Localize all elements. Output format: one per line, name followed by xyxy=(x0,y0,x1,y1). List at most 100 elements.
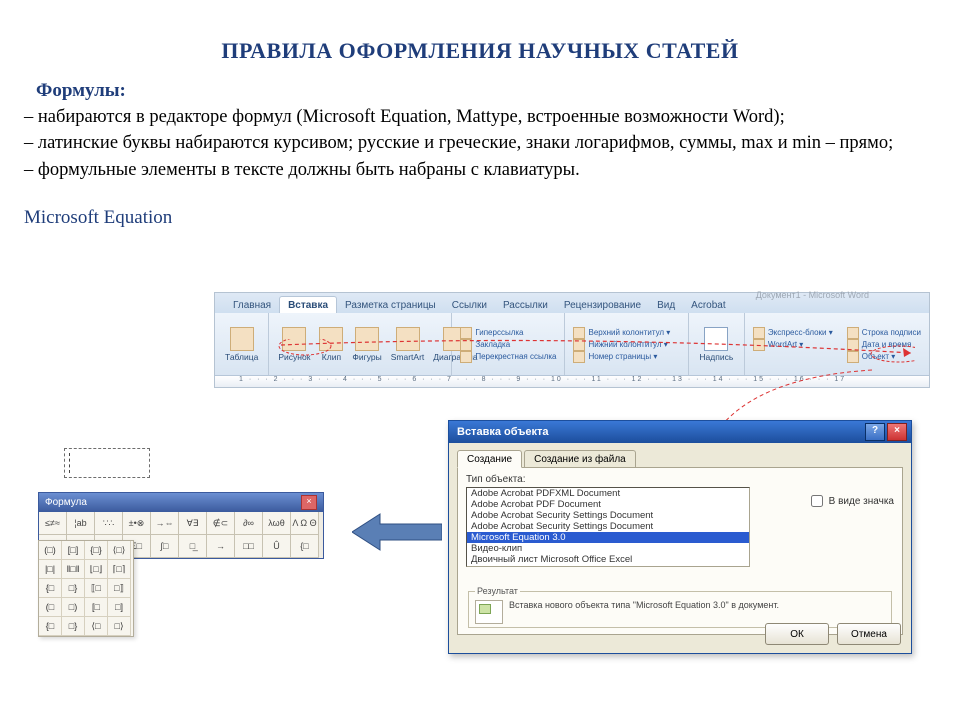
close-button[interactable]: × xyxy=(301,495,317,510)
equation-placeholder xyxy=(64,448,150,478)
object-list-item[interactable]: Диаграмма Microsoft Graph xyxy=(467,565,749,567)
dialog-tab-create[interactable]: Создание xyxy=(457,450,522,468)
result-text: Вставка нового объекта типа "Microsoft E… xyxy=(509,600,779,610)
datetime-button[interactable]: Дата и время xyxy=(845,339,923,351)
picture-icon xyxy=(282,327,306,351)
formula-cell[interactable]: □□ xyxy=(235,535,263,558)
palette-cell[interactable]: ⟨□⟩ xyxy=(108,541,131,560)
object-list-item[interactable]: Двоичный лист Microsoft Office Excel xyxy=(467,554,749,565)
object-list-item[interactable]: Adobe Acrobat Security Settings Document xyxy=(467,510,749,521)
tab-view[interactable]: Вид xyxy=(649,297,683,313)
insert-object-dialog: Вставка объекта ? × Создание Создание из… xyxy=(448,420,912,654)
table-button[interactable]: Таблица xyxy=(221,327,262,362)
object-type-list[interactable]: Adobe Acrobat PDFXML DocumentAdobe Acrob… xyxy=(466,487,750,567)
tab-mailings[interactable]: Рассылки xyxy=(495,297,556,313)
formula-cell[interactable]: Û xyxy=(263,535,291,558)
object-list-item[interactable]: Adobe Acrobat PDF Document xyxy=(467,499,749,510)
footer-button[interactable]: Нижний колонтитул ▾ xyxy=(571,339,681,351)
ruler xyxy=(215,375,929,387)
formula-cell[interactable]: {□ xyxy=(291,535,319,558)
clip-button[interactable]: Клип xyxy=(316,327,346,362)
formula-cell[interactable]: ≤≠≈ xyxy=(39,512,67,535)
palette-cell[interactable]: [□] xyxy=(62,541,85,560)
crossref-button[interactable]: Перекрестная ссылка xyxy=(458,351,558,363)
dialog-tab-fromfile[interactable]: Создание из файла xyxy=(524,450,636,468)
formula-cell[interactable]: ±•⊗ xyxy=(123,512,151,535)
bookmark-button[interactable]: Закладка xyxy=(458,339,558,351)
tab-review[interactable]: Рецензирование xyxy=(556,297,649,313)
tab-home[interactable]: Главная xyxy=(225,297,279,313)
crossref-icon xyxy=(460,351,472,363)
signature-button[interactable]: Строка подписи xyxy=(845,327,923,339)
shapes-button[interactable]: Фигуры xyxy=(349,327,384,362)
direction-arrow-icon xyxy=(352,510,442,554)
palette-cell[interactable]: (□) xyxy=(39,541,62,560)
document-title: Документ1 - Microsoft Word xyxy=(756,290,869,300)
palette-cell[interactable]: {□ xyxy=(39,579,62,598)
object-list-item[interactable]: Adobe Acrobat PDFXML Document xyxy=(467,488,749,499)
formula-toolbar-title: Формула xyxy=(45,497,87,508)
rule-1: – набираются в редакторе формул (Microso… xyxy=(0,104,960,130)
palette-cell[interactable]: [□ xyxy=(85,598,108,617)
object-icon xyxy=(847,351,859,363)
tab-references[interactable]: Ссылки xyxy=(444,297,495,313)
tab-layout[interactable]: Разметка страницы xyxy=(337,297,444,313)
palette-cell[interactable]: □⟧ xyxy=(108,579,131,598)
palette-cell[interactable]: ⟦□ xyxy=(85,579,108,598)
palette-cell[interactable]: (□ xyxy=(39,598,62,617)
formula-cell[interactable]: ∫□ xyxy=(151,535,179,558)
object-list-item[interactable]: Adobe Acrobat Security Settings Document xyxy=(467,521,749,532)
textbox-icon xyxy=(704,327,728,351)
quickparts-button[interactable]: Экспресс-блоки ▾ xyxy=(751,327,835,339)
palette-cell[interactable]: □} xyxy=(62,617,85,636)
palette-cell[interactable]: ⌈□⌉ xyxy=(108,560,131,579)
dialog-close-button[interactable]: × xyxy=(887,423,907,441)
object-list-item[interactable]: Microsoft Equation 3.0 xyxy=(467,532,749,543)
formula-cell[interactable]: λωθ xyxy=(263,512,291,535)
formula-cell[interactable]: ¦ab xyxy=(67,512,95,535)
header-button[interactable]: Верхний колонтитул ▾ xyxy=(571,327,681,339)
signature-icon xyxy=(847,327,859,339)
ok-button[interactable]: ОК xyxy=(765,623,829,645)
textbox-button[interactable]: Надпись xyxy=(695,327,738,362)
object-button[interactable]: Объект ▾ xyxy=(845,351,923,363)
footer-icon xyxy=(573,339,585,351)
formula-cell[interactable]: →⇔ xyxy=(151,512,179,535)
palette-cell[interactable]: |□| xyxy=(39,560,62,579)
smartart-icon xyxy=(396,327,420,351)
formula-cell[interactable]: □̲ xyxy=(179,535,207,558)
tab-acrobat[interactable]: Acrobat xyxy=(683,297,733,313)
palette-cell[interactable]: ⌊□⌋ xyxy=(85,560,108,579)
help-button[interactable]: ? xyxy=(865,423,885,441)
formula-cell[interactable]: ∵∴ xyxy=(95,512,123,535)
palette-cell[interactable]: {□ xyxy=(39,617,62,636)
palette-cell[interactable]: □} xyxy=(62,579,85,598)
pagenum-button[interactable]: Номер страницы ▾ xyxy=(571,351,681,363)
smartart-button[interactable]: SmartArt xyxy=(388,327,428,362)
formula-cell[interactable]: ∂∞ xyxy=(235,512,263,535)
formula-cell[interactable]: ∉⊂ xyxy=(207,512,235,535)
datetime-icon xyxy=(847,339,859,351)
palette-cell[interactable]: □) xyxy=(62,598,85,617)
palette-cell[interactable]: ⟨□ xyxy=(85,617,108,636)
dialog-title: Вставка объекта xyxy=(457,426,549,438)
tab-insert[interactable]: Вставка xyxy=(279,296,337,314)
palette-cell[interactable]: {□} xyxy=(85,541,108,560)
wordart-button[interactable]: WordArt ▾ xyxy=(751,339,835,351)
object-list-item[interactable]: Видео-клип xyxy=(467,543,749,554)
palette-cell[interactable]: □] xyxy=(108,598,131,617)
header-icon xyxy=(573,327,585,339)
as-icon-checkbox[interactable]: В виде значка xyxy=(807,492,894,510)
cancel-button[interactable]: Отмена xyxy=(837,623,901,645)
picture-button[interactable]: Рисунок xyxy=(275,327,313,362)
hyperlink-button[interactable]: Гиперссылка xyxy=(458,327,558,339)
formula-cell[interactable]: ∀∃ xyxy=(179,512,207,535)
page-title: ПРАВИЛА ОФОРМЛЕНИЯ НАУЧНЫХ СТАТЕЙ xyxy=(0,0,960,76)
clip-icon xyxy=(319,327,343,351)
formula-cell[interactable]: → xyxy=(207,535,235,558)
pagenum-icon xyxy=(573,351,585,363)
rule-2: – латинские буквы набираются курсивом; р… xyxy=(0,130,960,156)
formula-cell[interactable]: Λ Ω Θ xyxy=(291,512,319,535)
palette-cell[interactable]: ‖□‖ xyxy=(62,560,85,579)
palette-cell[interactable]: □⟩ xyxy=(108,617,131,636)
